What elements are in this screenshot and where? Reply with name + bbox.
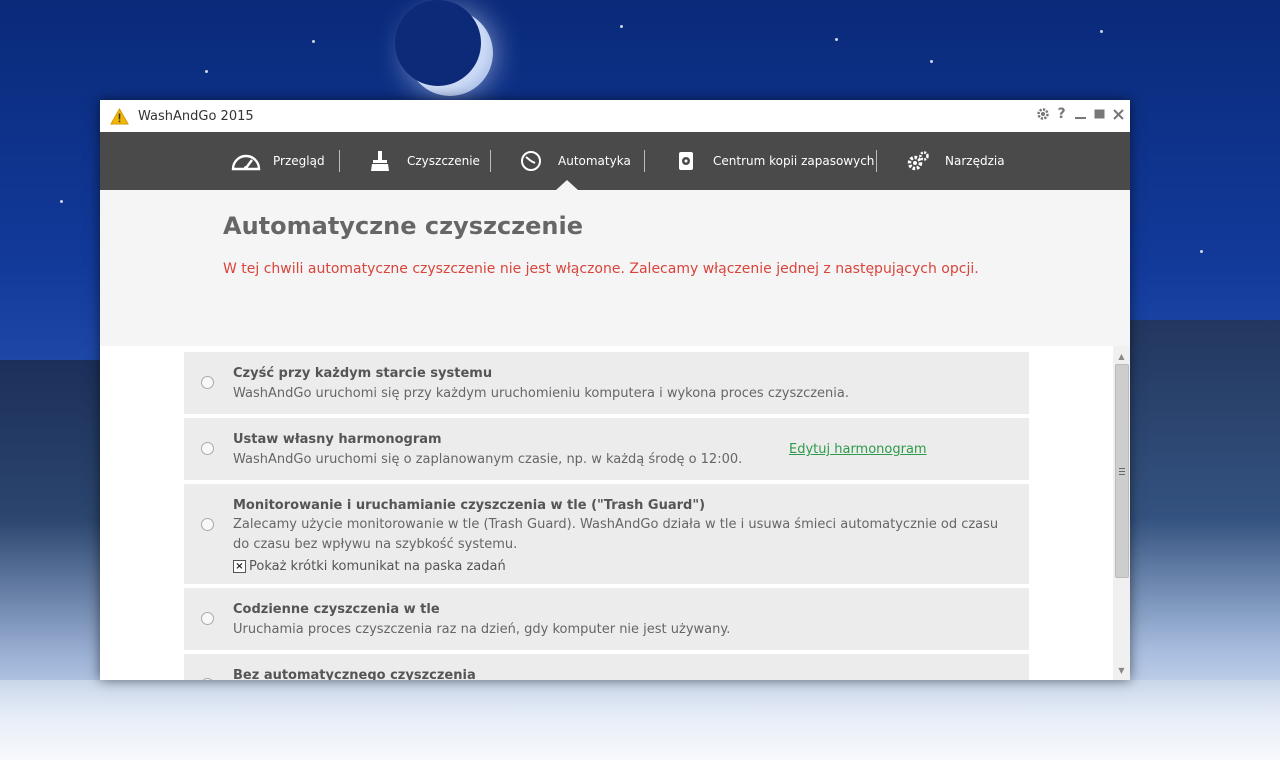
app-title: WashAndGo 2015 bbox=[138, 108, 254, 124]
vertical-scrollbar[interactable]: ▲ ▼ bbox=[1113, 346, 1130, 680]
nav-divider bbox=[490, 150, 491, 172]
maximize-button[interactable] bbox=[1092, 105, 1107, 123]
edit-schedule-link[interactable]: Edytuj harmonogram bbox=[789, 442, 927, 457]
option-card-trash-guard[interactable]: Monitorowanie i uruchamianie czyszczenia… bbox=[184, 484, 1029, 584]
radio-button[interactable] bbox=[201, 678, 214, 680]
option-title: Ustaw własny harmonogram bbox=[233, 432, 442, 447]
nav-item-przeglad[interactable]: Przegląd bbox=[231, 132, 325, 190]
nav-label: Narzędzia bbox=[945, 154, 1005, 168]
main-navigation: Przegląd Czyszczenie Automatyka Centrum … bbox=[100, 132, 1130, 190]
options-list: Czyść przy każdym starcie systemu WashAn… bbox=[100, 346, 1130, 680]
gears-icon bbox=[903, 146, 933, 176]
radio-button[interactable] bbox=[201, 376, 214, 389]
page-header: Automatyczne czyszczenie W tej chwili au… bbox=[100, 190, 1130, 346]
broom-icon bbox=[365, 146, 395, 176]
window-controls: ? bbox=[1035, 105, 1126, 123]
option-card-schedule[interactable]: Ustaw własny harmonogram WashAndGo uruch… bbox=[184, 418, 1029, 480]
close-button[interactable] bbox=[1111, 105, 1126, 123]
nav-divider bbox=[339, 150, 340, 172]
option-card-startup[interactable]: Czyść przy każdym starcie systemu WashAn… bbox=[184, 352, 1029, 414]
checkbox-label: Pokaż krótki komunikat na paska zadań bbox=[249, 559, 506, 574]
nav-label: Automatyka bbox=[558, 154, 631, 168]
speedometer-icon bbox=[231, 146, 261, 176]
option-description: WashAndGo uruchomi się przy każdym uruch… bbox=[233, 386, 850, 401]
option-description: Uruchamia proces czyszczenia raz na dzie… bbox=[233, 622, 731, 637]
star-decoration bbox=[312, 40, 315, 43]
nav-item-czyszczenie[interactable]: Czyszczenie bbox=[365, 132, 480, 190]
backup-disk-icon bbox=[671, 146, 701, 176]
moon-shadow-decoration bbox=[395, 0, 481, 86]
nav-label: Czyszczenie bbox=[407, 154, 480, 168]
radio-button[interactable] bbox=[201, 518, 214, 531]
option-title: Bez automatycznego czyszczenia bbox=[233, 668, 476, 680]
page-title: Automatyczne czyszczenie bbox=[223, 212, 584, 240]
nav-item-centrum-kopii[interactable]: Centrum kopii zapasowych bbox=[671, 132, 874, 190]
active-tab-pointer bbox=[556, 180, 578, 190]
clock-icon bbox=[516, 146, 546, 176]
scroll-grip-icon bbox=[1119, 468, 1125, 475]
status-warning: W tej chwili automatyczne czyszczenie ni… bbox=[223, 261, 979, 277]
option-description: Zalecamy użycie monitorowanie w tle (Tra… bbox=[233, 517, 999, 552]
minimize-button[interactable] bbox=[1073, 105, 1088, 123]
star-decoration bbox=[835, 38, 838, 41]
star-decoration bbox=[1200, 250, 1203, 253]
taskbar-message-checkbox[interactable]: × bbox=[233, 560, 246, 573]
option-card-daily[interactable]: Codzienne czyszczenia w tle Uruchamia pr… bbox=[184, 588, 1029, 650]
scrollbar-thumb[interactable] bbox=[1115, 364, 1129, 578]
option-title: Codzienne czyszczenia w tle bbox=[233, 602, 440, 617]
nav-divider bbox=[644, 150, 645, 172]
warning-triangle-icon bbox=[109, 106, 129, 126]
title-bar[interactable]: WashAndGo 2015 ? bbox=[100, 100, 1130, 132]
snow-ground bbox=[0, 680, 1280, 760]
star-decoration bbox=[205, 70, 208, 73]
radio-button[interactable] bbox=[201, 612, 214, 625]
nav-item-narzedzia[interactable]: Narzędzia bbox=[903, 132, 1005, 190]
option-title: Monitorowanie i uruchamianie czyszczenia… bbox=[233, 498, 706, 513]
scroll-up-arrow-icon[interactable]: ▲ bbox=[1113, 348, 1130, 364]
nav-label: Centrum kopii zapasowych bbox=[713, 154, 875, 168]
option-card-none[interactable]: Bez automatycznego czyszczenia bbox=[184, 654, 1029, 680]
app-window: WashAndGo 2015 ? Przegląd Czyszczenie Au… bbox=[100, 100, 1130, 680]
star-decoration bbox=[60, 200, 63, 203]
nav-divider bbox=[876, 150, 877, 172]
scroll-down-arrow-icon[interactable]: ▼ bbox=[1113, 662, 1130, 678]
nav-label: Przegląd bbox=[273, 154, 325, 168]
star-decoration bbox=[1100, 30, 1103, 33]
radio-button[interactable] bbox=[201, 442, 214, 455]
star-decoration bbox=[930, 60, 933, 63]
help-icon[interactable]: ? bbox=[1054, 105, 1069, 123]
settings-gear-icon[interactable] bbox=[1035, 105, 1050, 123]
option-title: Czyść przy każdym starcie systemu bbox=[233, 366, 493, 381]
star-decoration bbox=[620, 25, 623, 28]
